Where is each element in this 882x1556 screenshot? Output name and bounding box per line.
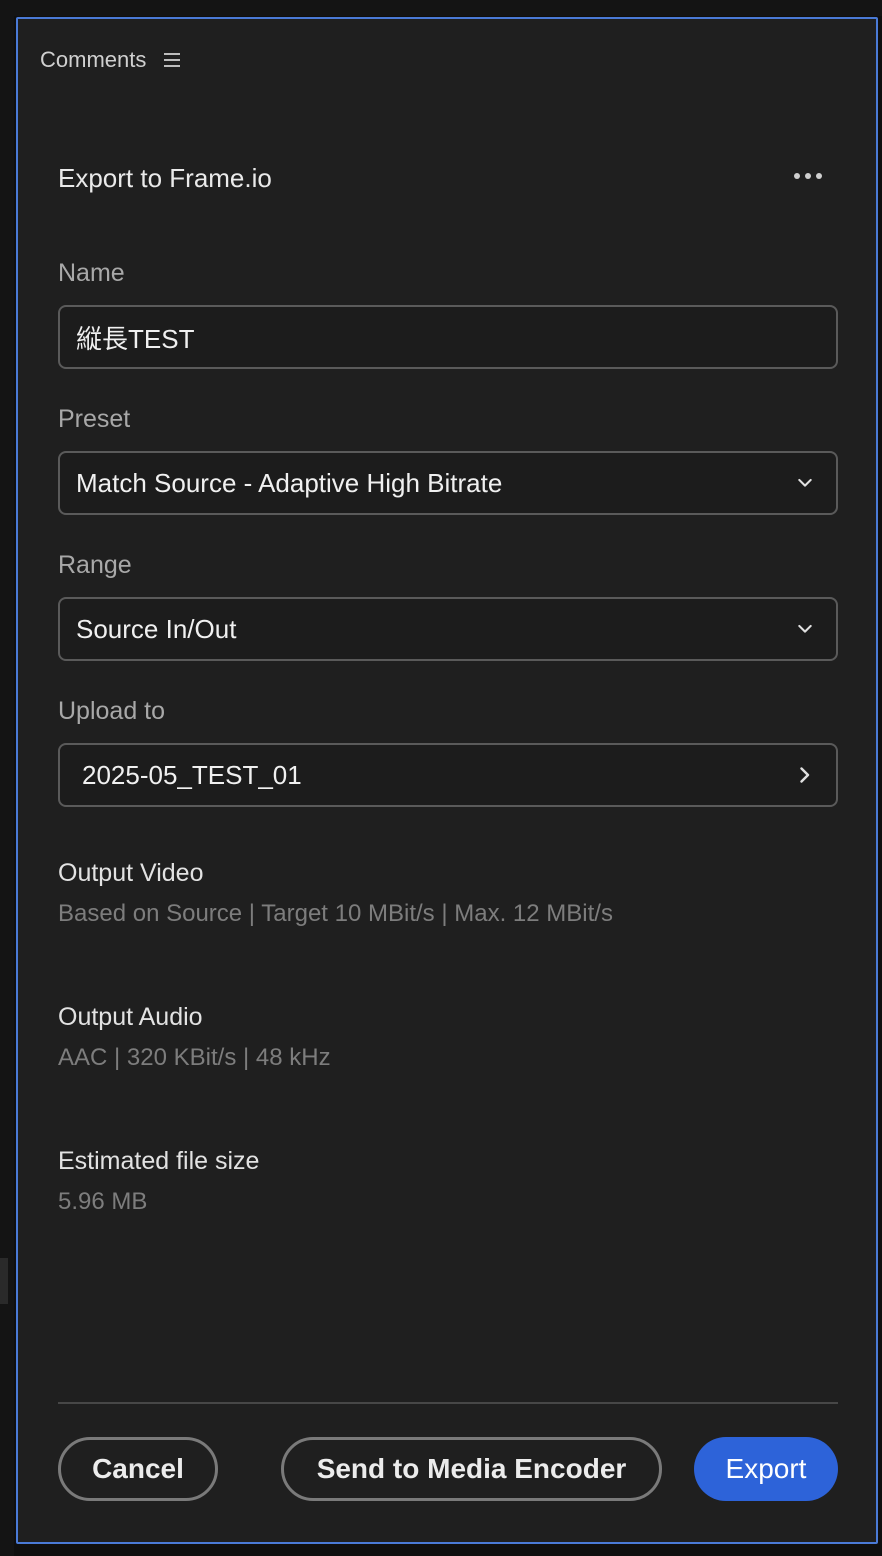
upload-label: Upload to xyxy=(58,697,166,725)
name-label: Name xyxy=(58,259,125,287)
upload-value: 2025-05_TEST_01 xyxy=(82,759,302,790)
send-to-media-encoder-button[interactable]: Send to Media Encoder xyxy=(281,1437,662,1501)
cancel-button[interactable]: Cancel xyxy=(58,1437,218,1501)
top-strip xyxy=(0,0,882,16)
file-size-title: Estimated file size xyxy=(58,1147,260,1175)
panel-header: Comments xyxy=(40,47,181,73)
export-heading: Export to Frame.io xyxy=(58,163,272,193)
comments-panel: Comments Export to Frame.io Name Preset … xyxy=(16,17,878,1544)
name-field[interactable] xyxy=(58,305,838,369)
ellipsis-icon[interactable] xyxy=(792,169,824,183)
preset-value: Match Source - Adaptive High Bitrate xyxy=(76,467,503,498)
range-select[interactable]: Source In/Out xyxy=(58,597,838,661)
adjacent-panel-edge xyxy=(0,0,14,1556)
preset-label: Preset xyxy=(58,405,131,433)
chevron-right-icon xyxy=(798,767,812,783)
divider xyxy=(58,1402,838,1404)
panel-title: Comments xyxy=(40,47,147,72)
hamburger-menu-icon[interactable] xyxy=(164,53,181,67)
output-audio-value: AAC | 320 KBit/s | 48 kHz xyxy=(58,1044,331,1071)
output-audio-title: Output Audio xyxy=(58,1003,203,1031)
upload-destination-button[interactable]: 2025-05_TEST_01 xyxy=(58,743,838,807)
preset-select[interactable]: Match Source - Adaptive High Bitrate xyxy=(58,451,838,515)
export-button[interactable]: Export xyxy=(694,1437,838,1501)
chevron-down-icon xyxy=(798,622,812,636)
output-video-value: Based on Source | Target 10 MBit/s | Max… xyxy=(58,900,613,927)
range-value: Source In/Out xyxy=(76,613,237,644)
chevron-down-icon xyxy=(798,476,812,490)
range-label: Range xyxy=(58,551,132,579)
name-input[interactable] xyxy=(76,321,820,353)
output-video-title: Output Video xyxy=(58,859,204,887)
file-size-value: 5.96 MB xyxy=(58,1188,148,1215)
adjacent-panel-tab[interactable] xyxy=(0,1258,8,1304)
